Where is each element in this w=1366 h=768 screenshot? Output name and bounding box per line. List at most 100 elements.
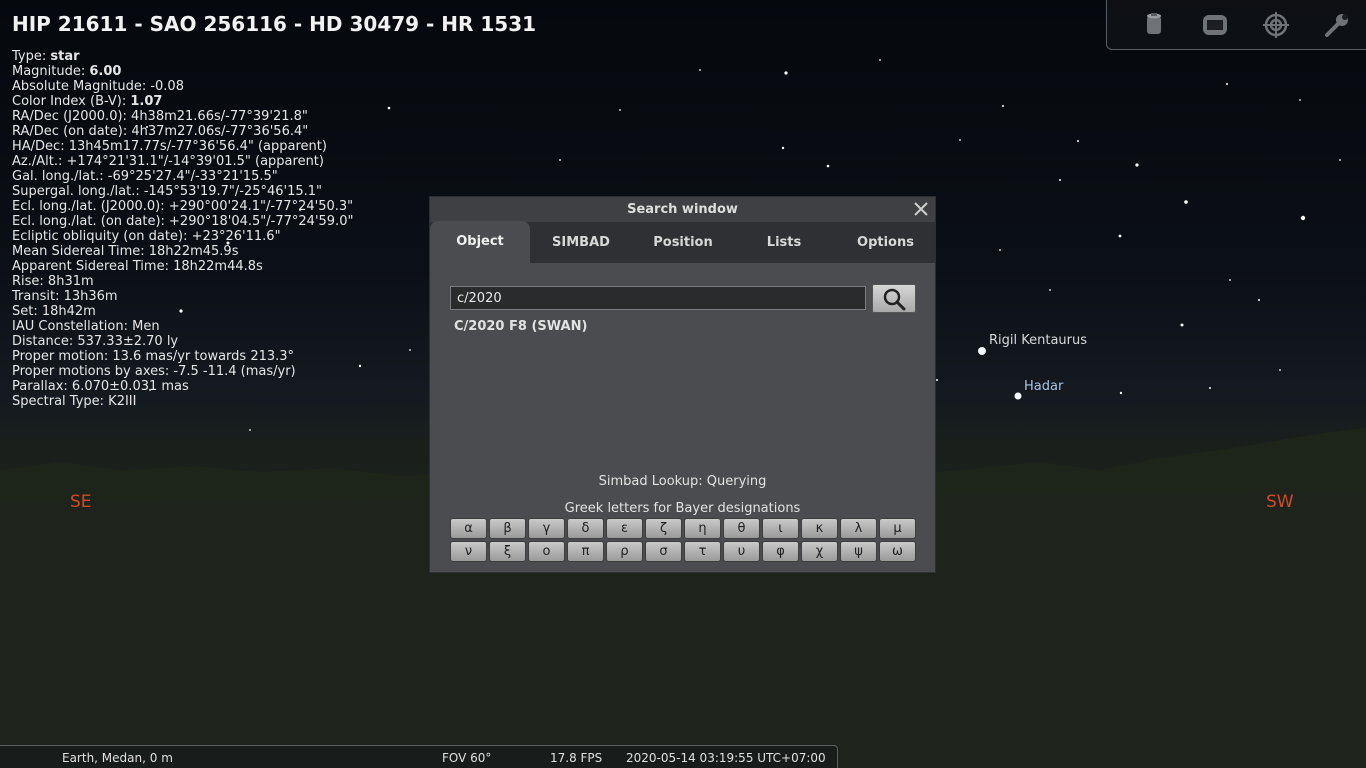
greek-letter-button[interactable]: η — [684, 518, 721, 539]
info-line: Transit: 13h36m — [12, 289, 353, 304]
info-line: Proper motion: 13.6 mas/yr towards 213.3… — [12, 349, 353, 364]
star-dot — [1002, 105, 1004, 107]
info-line: Absolute Magnitude: -0.08 — [12, 79, 353, 94]
info-line-label: IAU Constellation: Men — [12, 319, 160, 334]
info-line: Gal. long./lat.: -69°25'27.4"/-33°21'15.… — [12, 169, 353, 184]
greek-letter-button[interactable]: ι — [762, 518, 799, 539]
info-line: Magnitude: 6.00 — [12, 64, 353, 79]
star-dot — [1339, 159, 1341, 161]
greek-letter-button[interactable]: τ — [684, 541, 721, 562]
star-dot — [619, 109, 621, 111]
search-input[interactable] — [450, 286, 866, 310]
target-icon[interactable] — [1261, 10, 1291, 40]
info-line: Proper motions by axes: -7.5 -11.4 (mas/… — [12, 364, 353, 379]
telescope-icon[interactable] — [1139, 10, 1169, 40]
star-dot — [1059, 179, 1061, 181]
greek-letter-button[interactable]: χ — [801, 541, 838, 562]
greek-letter-button[interactable]: δ — [567, 518, 604, 539]
star-dot — [1209, 387, 1211, 389]
star-dot — [1119, 391, 1123, 395]
greek-letter-button[interactable]: ο — [528, 541, 565, 562]
star-dot — [1279, 369, 1281, 371]
star-dot — [879, 59, 881, 61]
info-line-label: Supergal. long./lat.: -145°53'19.7"/-25°… — [12, 184, 323, 199]
greek-letter-button[interactable]: θ — [723, 518, 760, 539]
greek-letter-button[interactable]: ξ — [489, 541, 526, 562]
info-line: Parallax: 6.070±0.031 mas — [12, 379, 353, 394]
info-line: IAU Constellation: Men — [12, 319, 353, 334]
greek-letter-button[interactable]: μ — [879, 518, 916, 539]
greek-letter-button[interactable]: ρ — [606, 541, 643, 562]
info-line: Apparent Sidereal Time: 18h22m44.8s — [12, 259, 353, 274]
simbad-status: Simbad Lookup: Querying — [598, 474, 767, 489]
wrench-icon[interactable] — [1322, 10, 1352, 40]
star-dot — [1258, 299, 1260, 301]
info-line-label: Absolute Magnitude: -0.08 — [12, 79, 184, 94]
tab-options[interactable]: Options — [834, 222, 937, 263]
star-dot — [1180, 323, 1184, 327]
tab-simbad[interactable]: SIMBAD — [530, 222, 632, 263]
info-line-label: Apparent Sidereal Time: 18h22m44.8s — [12, 259, 263, 274]
search-result-item[interactable]: C/2020 F8 (SWAN) — [454, 319, 587, 334]
search-button[interactable] — [872, 284, 916, 313]
greek-letter-button[interactable]: π — [567, 541, 604, 562]
greek-letter-button[interactable]: β — [489, 518, 526, 539]
info-line: Ecl. long./lat. (J2000.0): +290°00'24.1"… — [12, 199, 353, 214]
greek-letter-button[interactable]: υ — [723, 541, 760, 562]
info-line-label: RA/Dec (on date): 4h37m27.06s/-77°36'56.… — [12, 124, 309, 139]
tab-position[interactable]: Position — [632, 222, 734, 263]
star-label-hadar[interactable]: Hadar — [1024, 379, 1063, 394]
object-title: HIP 21611 - SAO 256116 - HD 30479 - HR 1… — [12, 12, 537, 36]
star-dot — [1135, 163, 1139, 167]
info-line: RA/Dec (on date): 4h37m27.06s/-77°36'56.… — [12, 124, 353, 139]
greek-letter-button[interactable]: ν — [450, 541, 487, 562]
star-dot — [978, 347, 986, 355]
star-label-rigil-kentaurus[interactable]: Rigil Kentaurus — [989, 333, 1087, 348]
star-dot — [1299, 99, 1301, 101]
info-line-label: Set: 18h42m — [12, 304, 96, 319]
star-dot — [1049, 289, 1051, 291]
star-dot — [1014, 392, 1022, 400]
info-line: Color Index (B-V): 1.07 — [12, 94, 353, 109]
location-label[interactable]: Earth, Medan, 0 m — [62, 751, 173, 765]
screen-icon[interactable] — [1200, 10, 1230, 40]
info-line: Az./Alt.: +174°21'31.1"/-14°39'01.5" (ap… — [12, 154, 353, 169]
greek-letter-button[interactable]: ε — [606, 518, 643, 539]
greek-letter-button[interactable]: ω — [879, 541, 916, 562]
star-dot — [249, 429, 251, 431]
greek-letter-button[interactable]: φ — [762, 541, 799, 562]
object-info-panel: Type: star Magnitude: 6.00 Absolute Magnit… — [12, 49, 353, 409]
bottom-status-bar: Earth, Medan, 0 m FOV 60° 17.8 FPS 2020-… — [0, 745, 838, 768]
star-dot — [1226, 83, 1228, 85]
info-line: Ecl. long./lat. (on date): +290°18'04.5"… — [12, 214, 353, 229]
info-line: Distance: 537.33±2.70 ly — [12, 334, 353, 349]
info-line: Supergal. long./lat.: -145°53'19.7"/-25°… — [12, 184, 353, 199]
search-icon — [883, 288, 906, 310]
greek-letter-button[interactable]: σ — [645, 541, 682, 562]
greek-letters-title: Greek letters for Bayer designations — [564, 501, 801, 516]
datetime-label[interactable]: 2020-05-14 03:19:55 UTC+07:00 — [626, 751, 826, 765]
star-dot — [1184, 200, 1188, 204]
info-line-label: Color Index (B-V): — [12, 94, 131, 109]
greek-letter-button[interactable]: α — [450, 518, 487, 539]
info-line-label: Ecliptic obliquity (on date): +23°26'11.… — [12, 229, 281, 244]
search-window-header[interactable]: Search window — [430, 197, 935, 222]
info-line-label: Ecl. long./lat. (on date): +290°18'04.5"… — [12, 214, 354, 229]
tab-lists[interactable]: Lists — [734, 222, 834, 263]
fov-label[interactable]: FOV 60° — [442, 751, 491, 765]
search-window: Search window Object SIMBAD Position Lis… — [429, 196, 936, 573]
star-dot — [1118, 234, 1122, 238]
greek-letter-button[interactable]: ψ — [840, 541, 877, 562]
greek-letter-button[interactable]: ζ — [645, 518, 682, 539]
greek-letter-button[interactable]: λ — [840, 518, 877, 539]
greek-letter-button[interactable]: γ — [528, 518, 565, 539]
close-icon[interactable] — [912, 200, 930, 218]
info-line-label: Magnitude: — [12, 64, 90, 79]
tab-object[interactable]: Object — [430, 221, 530, 263]
info-line-label: Mean Sidereal Time: 18h22m45.9s — [12, 244, 239, 259]
star-dot — [781, 146, 785, 150]
info-line-label: Transit: 13h36m — [12, 289, 118, 304]
info-line-label: Distance: 537.33±2.70 ly — [12, 334, 179, 349]
info-line-label: Type: — [12, 49, 51, 64]
greek-letter-button[interactable]: κ — [801, 518, 838, 539]
